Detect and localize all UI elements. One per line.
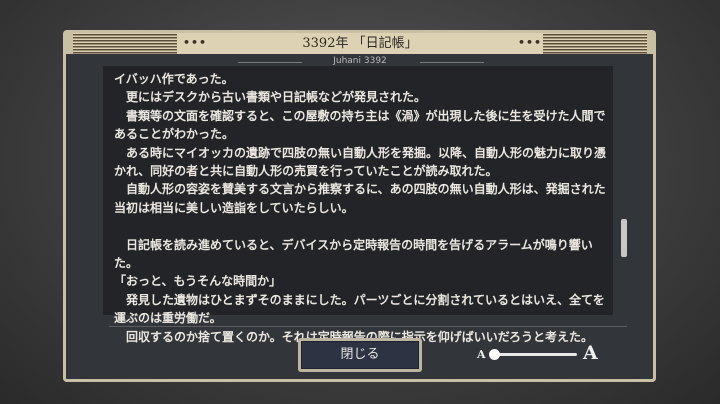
header-dots-right-icon: •••: [518, 36, 543, 49]
diary-paragraph: ある時にマイオッカの遺跡で四肢の無い自動人形を発掘。以降、自動人形の魅力に取り憑…: [114, 145, 607, 179]
diary-paragraph: 日記帳を読み進めていると、デバイスから定時報告の時間を告げるアラームが鳴り響いた…: [114, 237, 593, 271]
subtitle-rule-right: [420, 62, 484, 63]
scrollbar-thumb[interactable]: [621, 219, 627, 257]
subtitle-rule-left: [238, 62, 302, 63]
dialog-title: 3392年 「日記帳」: [302, 36, 418, 51]
font-size-large-label: A: [583, 342, 598, 364]
diary-paragraph: イバッハ作であった。: [114, 72, 234, 86]
footer-divider: [109, 326, 627, 327]
diary-paragraph: 自動人形の容姿を賛美する文言から推察するに、あの四肢の無い自動人形は、発掘された…: [114, 182, 606, 215]
header-stripes-right: [543, 34, 647, 54]
dialog-subtitle: Juhani 3392: [333, 56, 387, 66]
font-size-slider-knob[interactable]: [489, 349, 500, 360]
font-size-small-label: A: [477, 348, 486, 361]
diary-paragraph: 書類等の文面を確認すると、この屋敷の持ち主は《渦》が出現した後に生を受けた人間で…: [114, 108, 606, 142]
diary-paragraph: 「おっと、もうそんな時間か」: [114, 274, 282, 289]
header-stripes-left: [73, 34, 177, 54]
diary-paragraph: 発見した遺物はひとまずそのままにした。パーツごとに分割されているとはいえ、全てを…: [114, 292, 605, 326]
close-button[interactable]: 閉じる: [298, 338, 422, 372]
header-dots-left-icon: •••: [183, 36, 208, 49]
diary-text: イバッハ作であった。 更にはデスクから古い書類や日記帳などが発見された。 書類等…: [114, 70, 610, 346]
diary-paragraph: [114, 217, 610, 235]
diary-paragraph: 更にはデスクから古い書類や日記帳などが発見された。: [114, 90, 427, 105]
scrollbar-track[interactable]: [621, 66, 627, 315]
font-size-slider[interactable]: [493, 353, 577, 356]
